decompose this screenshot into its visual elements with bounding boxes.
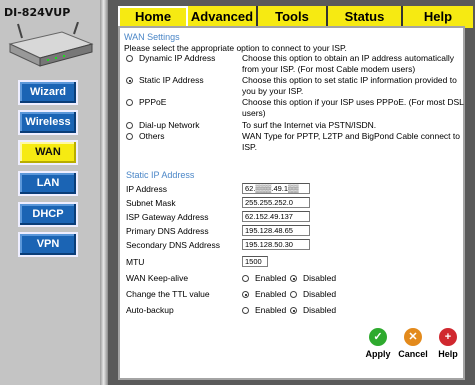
radio-dialup[interactable] (126, 122, 133, 130)
option-desc: Choose this option if your ISP uses PPPo… (242, 97, 464, 118)
ttl-disabled-option[interactable]: Disabled (290, 288, 336, 300)
sidebar-item-dhcp[interactable]: DHCP (18, 202, 78, 227)
secondary-dns-label: Secondary DNS Address (126, 240, 221, 250)
option-label: PPPoE (139, 97, 167, 107)
cancel-icon: ✕ (404, 328, 422, 346)
help-label: Help (438, 349, 458, 359)
radio-dynamic[interactable] (126, 55, 133, 63)
static-ip-title: Static IP Address (126, 170, 195, 180)
enabled-label: Enabled (255, 305, 287, 315)
ttl-enabled-radio[interactable] (242, 291, 249, 299)
autobackup-label: Auto-backup (126, 305, 174, 315)
autobackup-disabled-radio[interactable] (290, 307, 297, 315)
option-label: Static IP Address (139, 75, 204, 85)
keepalive-enabled-option[interactable]: Enabled (242, 272, 286, 284)
sidebar-item-wireless[interactable]: Wireless (18, 110, 78, 135)
ip-address-input[interactable]: 62.▒▒▒.49.1▒▒ (242, 183, 310, 194)
gateway-label: ISP Gateway Address (126, 212, 209, 222)
tab-bar: Home Advanced Tools Status Help (118, 6, 473, 28)
radio-static[interactable] (126, 77, 133, 85)
autobackup-row: Auto-backup Enabled Disabled (126, 304, 466, 316)
enabled-label: Enabled (255, 289, 287, 299)
option-desc: WAN Type for PPTP, L2TP and BigPond Cabl… (242, 131, 460, 152)
tab-status[interactable]: Status (328, 6, 403, 28)
mtu-label: MTU (126, 257, 145, 267)
primary-dns-label: Primary DNS Address (126, 226, 209, 236)
ttl-label: Change the TTL value (126, 289, 210, 299)
ttl-row: Change the TTL value Enabled Disabled (126, 288, 466, 300)
sidebar: DI-824VUP Wizard Wireless WAN LAN DHCP V… (0, 0, 100, 385)
subnet-mask-input[interactable]: 255.255.252.0 (242, 197, 310, 208)
content-panel: WAN Settings Please select the appropria… (118, 26, 465, 380)
gateway-row: ISP Gateway Address 62.152.49.137 (126, 211, 466, 223)
primary-dns-input[interactable]: 195.128.48.65 (242, 225, 310, 236)
option-desc: Choose this option to set static IP info… (242, 75, 457, 96)
autobackup-enabled-radio[interactable] (242, 307, 249, 315)
sidebar-item-lan[interactable]: LAN (18, 171, 78, 196)
keepalive-row: WAN Keep-alive Enabled Disabled (126, 272, 466, 284)
cancel-label: Cancel (398, 349, 428, 359)
check-icon: ✓ (369, 328, 387, 346)
primary-dns-row: Primary DNS Address 195.128.48.65 (126, 225, 466, 237)
main-panel: Home Advanced Tools Status Help WAN Sett… (108, 0, 475, 385)
disabled-label: Disabled (303, 305, 337, 315)
wan-settings-title: WAN Settings (124, 32, 180, 42)
help-button[interactable]: + Help (428, 328, 468, 359)
ttl-disabled-radio[interactable] (290, 291, 297, 299)
tab-home[interactable]: Home (118, 6, 188, 28)
secondary-dns-input[interactable]: 195.128.50.30 (242, 239, 310, 250)
subnet-mask-label: Subnet Mask (126, 198, 176, 208)
keepalive-disabled-option[interactable]: Disabled (290, 272, 336, 284)
wan-intro: Please select the appropriate option to … (124, 43, 347, 53)
sidebar-item-wan[interactable]: WAN (18, 140, 78, 165)
tab-tools[interactable]: Tools (258, 6, 328, 28)
option-label: Dynamic IP Address (139, 53, 216, 63)
apply-label: Apply (365, 349, 391, 359)
radio-pppoe[interactable] (126, 99, 133, 107)
help-icon: + (439, 328, 457, 346)
keepalive-label: WAN Keep-alive (126, 273, 189, 283)
divider (100, 0, 108, 385)
disabled-label: Disabled (303, 289, 337, 299)
disabled-label: Disabled (303, 273, 337, 283)
ip-address-label: IP Address (126, 184, 167, 194)
subnet-mask-row: Subnet Mask 255.255.252.0 (126, 197, 466, 209)
enabled-label: Enabled (255, 273, 287, 283)
apply-button[interactable]: ✓ Apply (358, 328, 398, 359)
tab-help[interactable]: Help (403, 6, 473, 28)
radio-others[interactable] (126, 133, 133, 141)
option-desc: Choose this option to obtain an IP addre… (242, 53, 455, 74)
option-desc: To surf the Internet via PSTN/ISDN. (242, 120, 377, 130)
model-name: DI-824VUP (4, 6, 71, 19)
router-icon (8, 22, 94, 67)
option-label: Others (139, 131, 165, 141)
secondary-dns-row: Secondary DNS Address 195.128.50.30 (126, 239, 466, 251)
cancel-button[interactable]: ✕ Cancel (393, 328, 433, 359)
gateway-input[interactable]: 62.152.49.137 (242, 211, 310, 222)
sidebar-item-vpn[interactable]: VPN (18, 232, 78, 257)
tab-advanced[interactable]: Advanced (188, 6, 258, 28)
autobackup-disabled-option[interactable]: Disabled (290, 304, 336, 316)
mtu-row: MTU 1500 (126, 256, 466, 268)
autobackup-enabled-option[interactable]: Enabled (242, 304, 286, 316)
sidebar-item-wizard[interactable]: Wizard (18, 80, 78, 105)
mtu-input[interactable]: 1500 (242, 256, 268, 267)
ttl-enabled-option[interactable]: Enabled (242, 288, 286, 300)
option-label: Dial-up Network (139, 120, 200, 130)
keepalive-enabled-radio[interactable] (242, 275, 249, 283)
ip-address-row: IP Address 62.▒▒▒.49.1▒▒ (126, 183, 466, 195)
keepalive-disabled-radio[interactable] (290, 275, 297, 283)
